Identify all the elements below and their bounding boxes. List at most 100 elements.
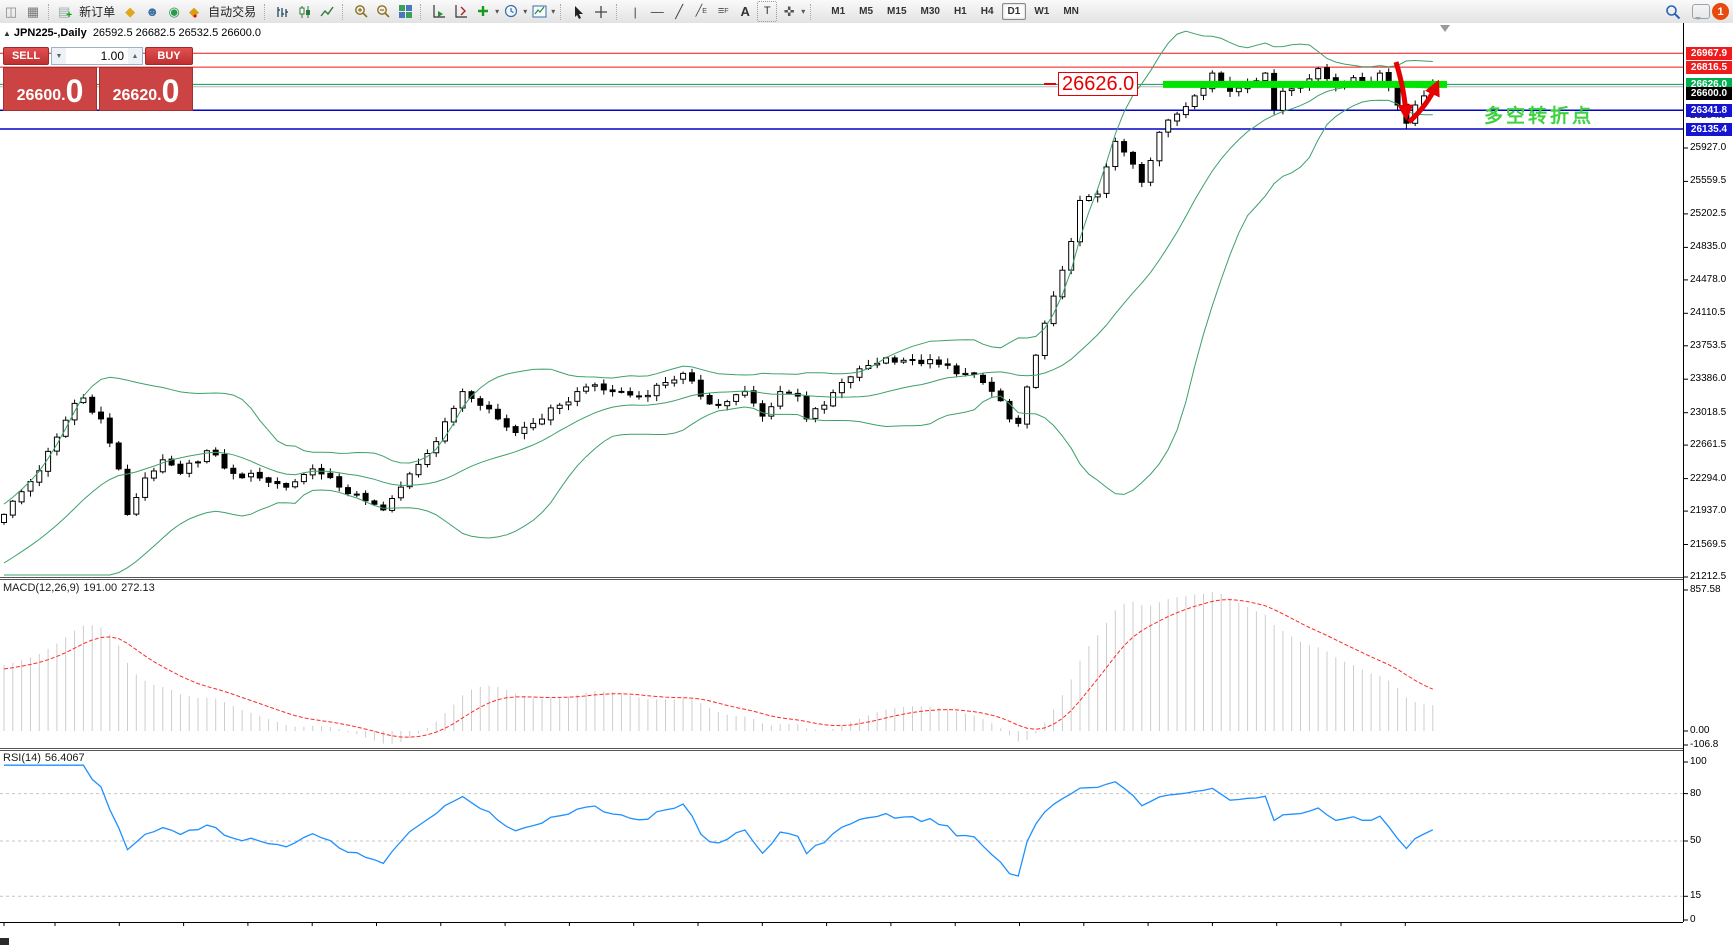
tile-windows-icon[interactable] bbox=[395, 1, 415, 22]
price-tick-label: 23753.5 bbox=[1690, 340, 1726, 351]
price-axis-box-label: 26341.8 bbox=[1686, 104, 1732, 117]
sell-price-big-digit: 0 bbox=[66, 76, 84, 106]
timeframe-m15-button[interactable]: M15 bbox=[881, 3, 912, 20]
trendline-icon[interactable]: ╱ bbox=[669, 1, 689, 22]
auto-scroll-icon[interactable] bbox=[429, 1, 449, 22]
macd-signal-value: 272.13 bbox=[121, 582, 155, 594]
timeframe-d1-button[interactable]: D1 bbox=[1002, 3, 1027, 20]
terminal-icon[interactable]: ☻ bbox=[142, 1, 162, 22]
timeframe-m1-button[interactable]: M1 bbox=[825, 3, 851, 20]
buy-price: 26620. bbox=[113, 86, 162, 106]
vertical-line-icon[interactable]: | bbox=[625, 1, 645, 22]
symbol-period: JPN225-,Daily bbox=[14, 27, 87, 39]
notification-badge[interactable]: 1 bbox=[1712, 3, 1729, 20]
price-tick-label: 857.58 bbox=[1690, 584, 1721, 595]
price-tick-label: 21212.5 bbox=[1690, 571, 1726, 582]
chart-title: ▲JPN225-,Daily 26592.5 26682.5 26532.5 2… bbox=[3, 27, 261, 39]
toolbar-separator bbox=[616, 4, 620, 20]
search-icon[interactable] bbox=[1663, 1, 1683, 22]
toolbar-separator bbox=[342, 4, 346, 20]
arrows-dropdown-icon[interactable]: ▾ bbox=[801, 7, 805, 16]
periods-dropdown-icon[interactable]: ▾ bbox=[523, 7, 527, 16]
price-tick-label: 25559.5 bbox=[1690, 175, 1726, 186]
sell-button[interactable]: SELL bbox=[3, 47, 49, 65]
rsi-value: 56.4067 bbox=[45, 752, 85, 764]
price-tick-label: 25927.0 bbox=[1690, 142, 1726, 153]
rsi-label: RSI(14)56.4067 bbox=[3, 752, 89, 764]
timeframe-h1-button[interactable]: H1 bbox=[948, 3, 973, 20]
bar-chart-icon[interactable] bbox=[273, 1, 293, 22]
data-window-icon[interactable]: ▦ bbox=[23, 1, 43, 22]
toolbar-separator bbox=[810, 4, 814, 20]
text-icon[interactable]: A bbox=[735, 1, 755, 22]
macd-label: MACD(12,26,9)191.00272.13 bbox=[3, 582, 159, 594]
timeframe-w1-button[interactable]: W1 bbox=[1028, 3, 1055, 20]
templates-icon[interactable] bbox=[529, 1, 549, 22]
price-tick-label: -106.8 bbox=[1690, 739, 1718, 750]
buy-button[interactable]: BUY bbox=[145, 47, 193, 65]
price-axis-box-label: 26600.0 bbox=[1686, 87, 1732, 100]
timeframe-m30-button[interactable]: M30 bbox=[915, 3, 946, 20]
support-price-tag-dash bbox=[1044, 83, 1056, 85]
price-axis-box-label: 26135.4 bbox=[1686, 123, 1732, 136]
equidistant-channel-icon[interactable]: ╱E bbox=[691, 1, 711, 22]
collapse-arrow-icon[interactable]: ▲ bbox=[3, 29, 11, 38]
price-tick-label: 25202.5 bbox=[1690, 208, 1726, 219]
volume-decrease-button[interactable]: ▼ bbox=[52, 48, 66, 64]
toolbar-separator bbox=[420, 4, 424, 20]
scrollbar-notch bbox=[0, 938, 9, 945]
fibonacci-icon[interactable]: ≡F bbox=[713, 1, 733, 22]
price-tick-label: 100 bbox=[1690, 756, 1707, 767]
candlestick-chart-icon[interactable] bbox=[295, 1, 315, 22]
arrows-icon[interactable]: ✜ bbox=[779, 1, 799, 22]
price-tick-label: 15 bbox=[1690, 890, 1701, 901]
price-tick-label: 24835.0 bbox=[1690, 241, 1726, 252]
autotrading-icon[interactable]: ◆● bbox=[186, 1, 206, 22]
volume-stepper: ▼ 1.00 ▲ bbox=[51, 47, 143, 65]
text-label-icon[interactable]: T bbox=[757, 1, 777, 22]
price-tick-label: 21937.0 bbox=[1690, 505, 1726, 516]
profile-window-icon[interactable]: ◫ bbox=[1, 1, 21, 22]
price-tick-label: 24478.0 bbox=[1690, 274, 1726, 285]
metaeditor-icon[interactable]: ◆ bbox=[120, 1, 140, 22]
volume-increase-button[interactable]: ▲ bbox=[128, 48, 142, 64]
timeframe-h4-button[interactable]: H4 bbox=[975, 3, 1000, 20]
price-tick-label: 80 bbox=[1690, 788, 1701, 799]
price-tick-label: 50 bbox=[1690, 835, 1701, 846]
price-tick-label: 0 bbox=[1690, 914, 1696, 925]
periods-icon[interactable] bbox=[501, 1, 521, 22]
price-axis-box-label: 26816.5 bbox=[1686, 61, 1732, 74]
price-tick-label: 0.00 bbox=[1690, 725, 1709, 736]
signal-icon[interactable]: ◉ bbox=[164, 1, 184, 22]
chart-area[interactable]: ▲JPN225-,Daily 26592.5 26682.5 26532.5 2… bbox=[0, 23, 1733, 946]
sell-price-tile[interactable]: 26600.0 bbox=[3, 67, 97, 111]
price-axis-box-label: 26967.9 bbox=[1686, 47, 1732, 60]
turning-point-note[interactable]: 多空转折点 bbox=[1484, 101, 1594, 128]
autotrading-label[interactable]: 自动交易 bbox=[208, 3, 256, 20]
one-click-trade-panel: SELL ▼ 1.00 ▲ BUY 26600.0 26620.0 bbox=[3, 47, 193, 111]
volume-value[interactable]: 1.00 bbox=[66, 48, 128, 64]
buy-price-big-digit: 0 bbox=[162, 76, 180, 106]
price-tick-label: 24110.5 bbox=[1690, 307, 1725, 318]
new-order-label[interactable]: 新订单 bbox=[79, 3, 115, 20]
indicators-dropdown-icon[interactable]: ▾ bbox=[495, 7, 499, 16]
price-tick-label: 21569.5 bbox=[1690, 539, 1726, 550]
support-price-tag[interactable]: 26626.0 bbox=[1058, 72, 1138, 96]
timeframe-m5-button[interactable]: M5 bbox=[853, 3, 879, 20]
macd-value: 191.00 bbox=[83, 582, 117, 594]
horizontal-line-icon[interactable]: — bbox=[647, 1, 667, 22]
crosshair-icon[interactable] bbox=[591, 1, 611, 22]
zoom-out-icon[interactable] bbox=[373, 1, 393, 22]
zoom-in-icon[interactable] bbox=[351, 1, 371, 22]
chat-icon[interactable] bbox=[1692, 4, 1710, 19]
buy-price-tile[interactable]: 26620.0 bbox=[99, 67, 193, 111]
indicators-icon[interactable] bbox=[473, 1, 493, 22]
line-chart-icon[interactable] bbox=[317, 1, 337, 22]
price-tick-label: 23386.0 bbox=[1690, 373, 1726, 384]
chart-shift-icon[interactable] bbox=[451, 1, 471, 22]
new-order-icon[interactable]: ▤+ bbox=[57, 1, 77, 22]
toolbar-separator bbox=[560, 4, 564, 20]
templates-dropdown-icon[interactable]: ▾ bbox=[551, 7, 555, 16]
cursor-icon[interactable] bbox=[569, 1, 589, 22]
timeframe-mn-button[interactable]: MN bbox=[1057, 3, 1085, 20]
